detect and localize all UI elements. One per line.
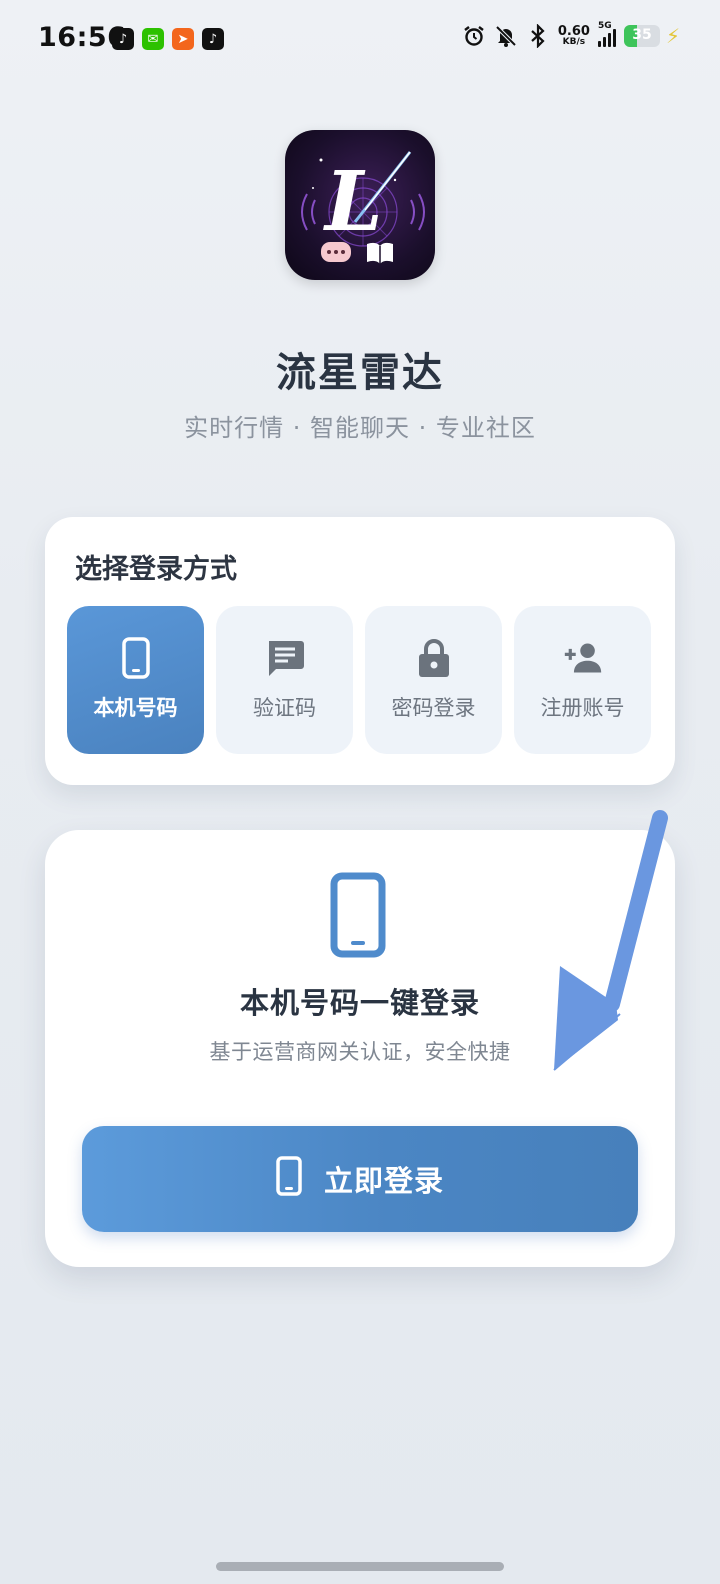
phone-icon [116,637,156,679]
lock-icon [414,638,454,678]
phone-icon [330,872,386,958]
battery-icon: 35 [623,25,660,47]
method-label: 密码登录 [391,696,476,720]
network-speed: 0.60 KB/s [557,24,590,47]
hint-arrow-icon [552,808,682,1078]
login-method-title: 选择登录方式 [75,554,237,585]
app-name: 流星雷达 [276,350,444,396]
method-label: 验证码 [253,696,316,720]
wechat-icon: ✉ [142,28,164,50]
tiktok-icon: ♪ [202,28,224,50]
method-password-login[interactable]: 密码登录 [365,606,502,754]
signal-icon: 5G [597,21,616,47]
method-verification-code[interactable]: 验证码 [216,606,353,754]
login-method-list: 本机号码 验证码 密码登录 注册账号 [67,606,651,754]
mute-icon [494,24,518,48]
method-label: 本机号码 [93,696,178,720]
add-user-icon [563,638,603,678]
message-icon [265,638,305,678]
login-button-label: 立即登录 [323,1164,444,1198]
system-status: 0.60 KB/s 5G 35 ⚡ [462,21,680,48]
alarm-icon [462,24,486,48]
home-indicator[interactable] [216,1562,504,1571]
login-now-button[interactable]: 立即登录 [82,1126,638,1232]
method-register-account[interactable]: 注册账号 [514,606,651,754]
method-local-phone[interactable]: 本机号码 [67,606,204,754]
charging-icon: ⚡ [665,24,680,48]
bluetooth-icon [526,24,550,48]
phone-icon [276,1155,302,1203]
app-logo: L [285,130,435,280]
method-label: 注册账号 [540,696,625,720]
status-bar: 16:56 ♪ ✉ ➤ ♪ 0.60 KB/s 5G 35 ⚡ [0,0,720,80]
notification-apps: ♪ ✉ ➤ ♪ [112,28,224,50]
tiktok-icon: ♪ [112,28,134,50]
app-tagline: 实时行情 · 智能聊天 · 专业社区 [184,414,536,442]
login-method-card: 选择登录方式 本机号码 验证码 密码登录 注册账号 [45,517,675,785]
svg-text:L: L [323,154,383,250]
send-app-icon: ➤ [172,28,194,50]
